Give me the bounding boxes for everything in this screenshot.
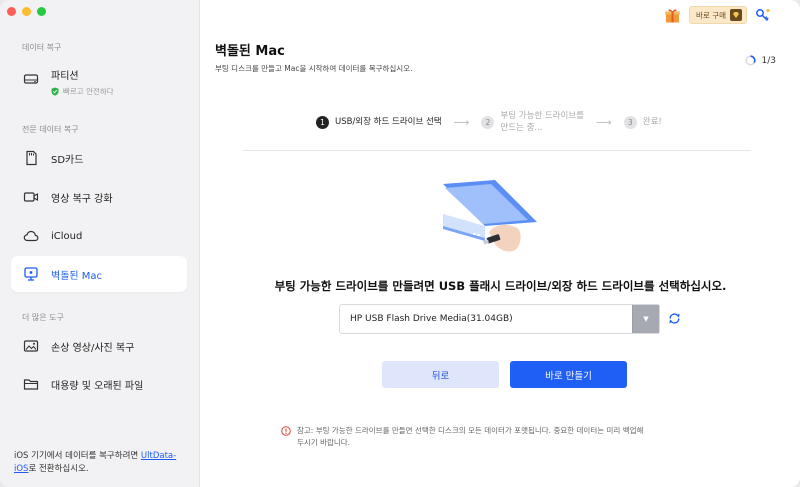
step-1: 1 USB/외장 하드 드라이브 선택	[316, 115, 442, 129]
arrow-right-icon: ⟶	[453, 115, 470, 129]
mac-monitor-icon	[23, 266, 39, 282]
sidebar-item-large-old-files[interactable]: 대용량 및 오래된 파일	[11, 366, 187, 402]
drive-select[interactable]: HP USB Flash Drive Media(31.04GB) ▼	[339, 304, 660, 334]
page-title: 벽돌된 Mac	[215, 44, 285, 59]
back-button[interactable]: 뒤로	[382, 361, 499, 388]
format-warning: 참고: 부팅 가능한 드라이브를 만들면 선택한 디스크의 모든 데이터가 포맷…	[281, 425, 731, 449]
step-number: 1	[316, 115, 329, 129]
sidebar-item-bricked-mac[interactable]: 벽돌된 Mac	[11, 256, 187, 292]
refresh-icon[interactable]	[668, 312, 681, 325]
instruction-headline: 부팅 가능한 드라이브를 만들려면 USB 플래시 드라이브/외장 하드 드라이…	[274, 279, 727, 293]
gift-icon[interactable]	[664, 7, 681, 24]
buy-now-button[interactable]: 바로 구매	[689, 6, 747, 24]
progress-ring-icon	[744, 55, 756, 66]
step-label-line1: 부팅 가능한 드라이브를	[500, 111, 585, 121]
partition-subtitle-text: 빠르고 안전하다	[63, 87, 114, 96]
sidebar-item-label: iCloud	[51, 230, 83, 242]
folder-icon	[23, 376, 39, 392]
section-label-more-tools: 더 많은 도구	[22, 313, 64, 322]
format-warning-text: 참고: 부팅 가능한 드라이브를 만들면 선택한 디스크의 모든 데이터가 포맷…	[297, 425, 643, 449]
close-window-button[interactable]	[7, 7, 16, 16]
create-now-button[interactable]: 바로 만들기	[510, 361, 627, 388]
ios-note-suffix: 로 전환하십시오.	[28, 464, 89, 474]
notice-line2: 두시기 바랍니다.	[297, 438, 351, 447]
step-label: 부팅 가능한 드라이브를만드는 중...	[500, 110, 584, 134]
step-progress: 1/3	[744, 55, 776, 66]
ios-note-text: iOS 기기에서 데이터를 복구하려면	[14, 451, 141, 461]
section-label-data-recovery: 데이터 복구	[22, 43, 62, 52]
step-2: 2 부팅 가능한 드라이브를만드는 중...	[481, 110, 584, 134]
ios-switch-note: iOS 기기에서 데이터를 복구하려면 UltData-iOS로 전환하십시오.	[14, 450, 194, 476]
ultdata-ios-link-text-b: iOS	[14, 464, 29, 474]
sidebar-item-label: 벽돌된 Mac	[51, 270, 103, 282]
sidebar-item-label: SD카드	[51, 154, 84, 166]
divider	[243, 150, 751, 151]
drive-select-value: HP USB Flash Drive Media(31.04GB)	[350, 314, 513, 324]
page-description: 부팅 디스크를 만들고 Mac을 시작하여 데이터를 복구하십시오.	[215, 64, 413, 73]
sidebar: 데이터 복구 파티션 빠르고 안전하다 전문 데이터 복구 SD카드 영상 복구…	[0, 0, 200, 487]
cloud-icon	[23, 228, 39, 244]
usb-laptop-illustration	[443, 180, 537, 252]
sidebar-item-label: 영상 복구 강화	[51, 193, 113, 205]
step-indicator: 1 USB/외장 하드 드라이브 선택 ⟶ 2 부팅 가능한 드라이브를만드는 …	[316, 110, 662, 134]
chevron-down-icon[interactable]: ▼	[632, 305, 659, 333]
step-label: USB/외장 하드 드라이브 선택	[335, 117, 442, 127]
step-label-line2: 만드는 중...	[500, 123, 543, 133]
sidebar-item-video-recovery[interactable]: 영상 복구 강화	[11, 179, 187, 215]
notice-line1: 참고: 부팅 가능한 드라이브를 만들면 선택한 디스크의 모든 데이터가 포맷…	[297, 426, 644, 435]
arrow-right-icon: ⟶	[596, 115, 612, 129]
minimize-window-button[interactable]	[22, 7, 31, 16]
window-controls	[7, 7, 46, 16]
sidebar-item-repair-media[interactable]: 손상 영상/사진 복구	[11, 328, 187, 364]
main-panel: 바로 구매 벽돌된 Mac 부팅 디스크를 만들고 Mac을 시작하여 데이터를…	[201, 0, 800, 487]
progress-text: 1/3	[761, 55, 776, 66]
sidebar-item-label: 손상 영상/사진 복구	[51, 342, 135, 354]
ultdata-ios-link-text-a: UltData-	[140, 451, 177, 461]
step-label: 완료!	[642, 117, 662, 127]
step-3: 3 완료!	[623, 115, 662, 129]
shield-check-icon	[51, 87, 59, 96]
sidebar-item-sd-card[interactable]: SD카드	[11, 140, 187, 176]
sidebar-item-label: 대용량 및 오래된 파일	[51, 380, 144, 392]
app-window: 데이터 복구 파티션 빠르고 안전하다 전문 데이터 복구 SD카드 영상 복구…	[0, 0, 800, 487]
sd-card-icon	[23, 150, 39, 166]
sidebar-item-label: 파티션	[51, 71, 79, 82]
sidebar-item-icloud[interactable]: iCloud	[11, 218, 187, 254]
video-camera-icon	[23, 189, 39, 205]
partition-subtitle: 빠르고 안전하다	[51, 86, 114, 97]
warning-icon	[281, 426, 291, 436]
step-number: 3	[623, 115, 637, 129]
top-toolbar: 바로 구매	[664, 6, 770, 24]
diamond-icon	[730, 9, 742, 21]
step-number: 2	[481, 115, 495, 129]
photo-repair-icon	[23, 338, 39, 354]
section-label-pro-recovery: 전문 데이터 복구	[22, 125, 79, 134]
key-icon[interactable]	[755, 8, 770, 23]
zoom-window-button[interactable]	[37, 7, 46, 16]
hard-drive-icon	[23, 71, 39, 87]
buy-now-label: 바로 구매	[696, 10, 726, 20]
